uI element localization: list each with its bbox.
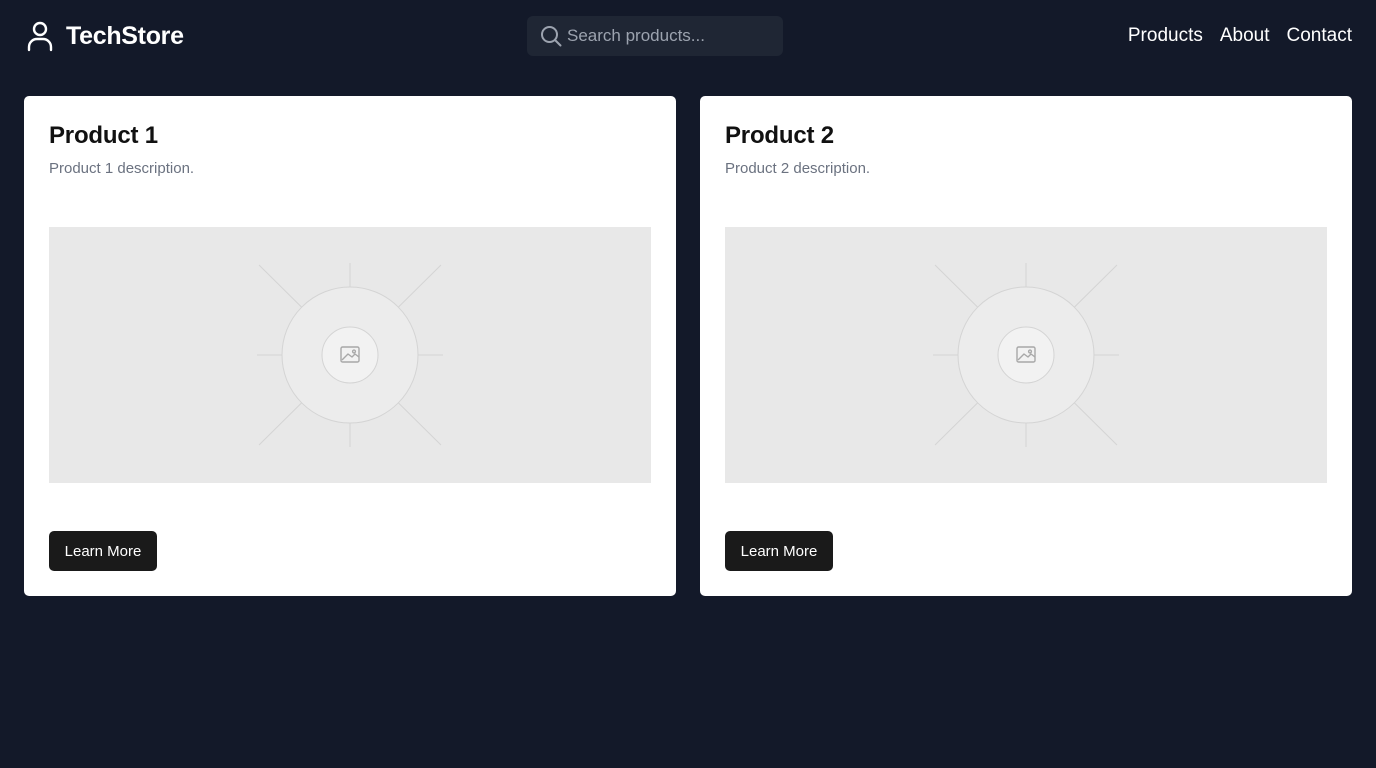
product-card: Product 1 Product 1 description. Learn M… (24, 96, 676, 596)
site-header: TechStore Products About Contact (0, 0, 1376, 72)
nav-link-about[interactable]: About (1220, 25, 1270, 47)
user-icon (27, 21, 53, 52)
main-nav: Products About Contact (1128, 22, 1352, 50)
product-image (49, 227, 651, 483)
product-image (725, 227, 1327, 483)
nav-link-contact[interactable]: Contact (1287, 25, 1352, 47)
product-title: Product 1 (49, 122, 158, 149)
product-title: Product 2 (725, 122, 834, 149)
product-description: Product 2 description. (725, 160, 871, 177)
learn-more-button[interactable]: Learn More (725, 531, 833, 571)
image-placeholder-icon (933, 263, 1119, 447)
search-box[interactable] (527, 16, 783, 56)
nav-link-products[interactable]: Products (1128, 25, 1203, 47)
brand-name: TechStore (66, 21, 184, 50)
product-description: Product 1 description. (49, 160, 195, 177)
search-input[interactable] (567, 16, 777, 56)
brand-logo[interactable]: TechStore (26, 20, 184, 52)
product-card: Product 2 Product 2 description. Learn M… (700, 96, 1352, 596)
image-placeholder-icon (257, 263, 443, 447)
search-icon (541, 26, 562, 47)
learn-more-button[interactable]: Learn More (49, 531, 157, 571)
